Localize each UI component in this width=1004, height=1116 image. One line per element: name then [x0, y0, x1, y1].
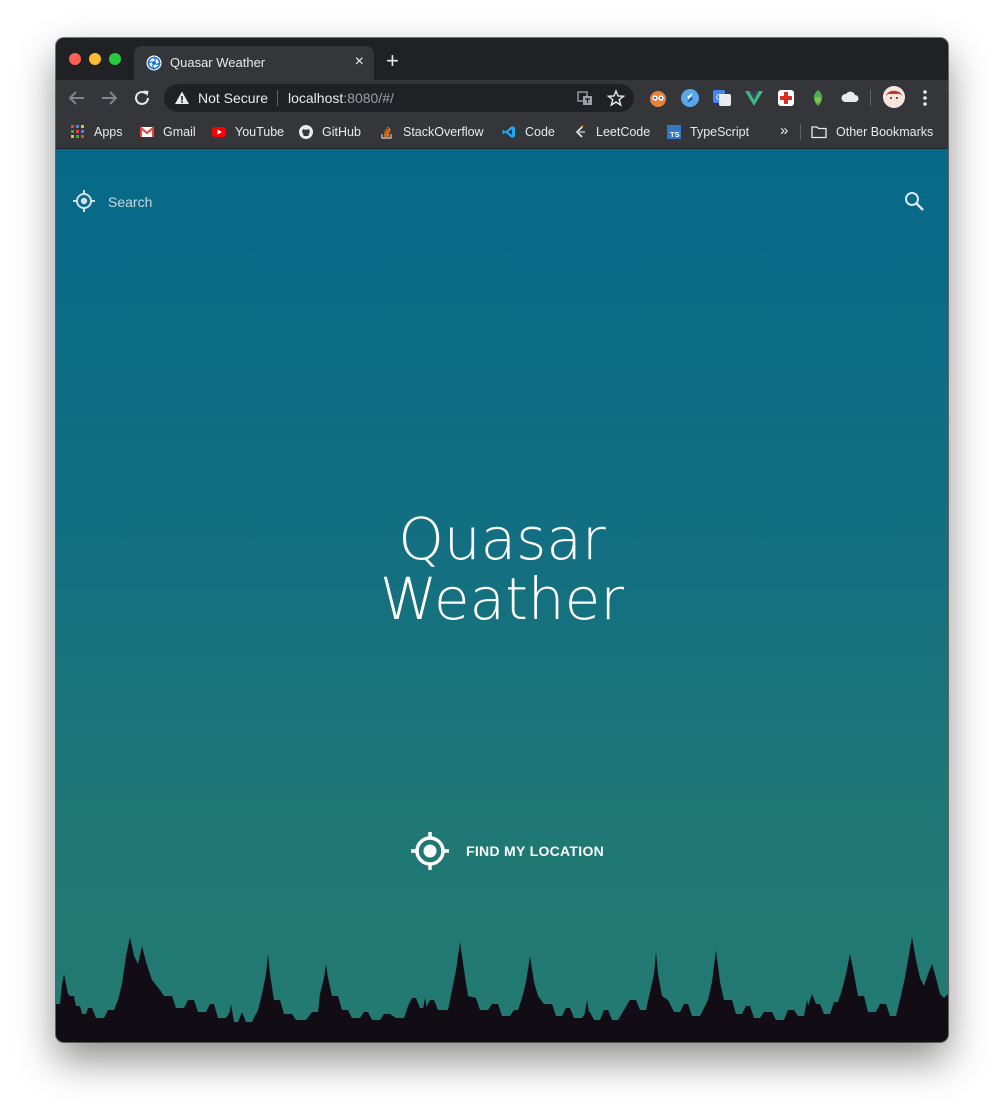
gps-location-icon: [411, 832, 449, 870]
leetcode-icon: [575, 125, 585, 138]
bookmark-code[interactable]: Code: [502, 123, 555, 141]
close-tab-icon[interactable]: ×: [355, 53, 364, 71]
forward-arrow-icon[interactable]: [98, 87, 120, 109]
tab-quasar-weather[interactable]: Quasar Weather ×: [134, 46, 374, 80]
extension-vue-devtools-icon[interactable]: [744, 88, 764, 108]
my-location-icon[interactable]: [72, 189, 96, 213]
bookmark-label: TypeScript: [690, 125, 750, 139]
svg-text:TS: TS: [670, 130, 680, 139]
typescript-icon: TS: [667, 125, 681, 139]
bookmark-label: Other Bookmarks: [836, 125, 934, 139]
bookmark-label: Gmail: [163, 125, 196, 139]
folder-icon: [811, 126, 827, 139]
stackoverflow-icon: [381, 126, 392, 139]
bookmarks-divider: [800, 124, 801, 140]
bookmark-github[interactable]: GitHub: [299, 123, 361, 141]
url-path: :8080/#/: [343, 90, 394, 106]
app-title-line-2: Weather: [379, 565, 625, 633]
extension-plus-icon[interactable]: [776, 88, 796, 108]
city-skyline-illustration: [56, 937, 948, 1042]
bookmark-label: YouTube: [235, 125, 285, 139]
browser-toolbar: Not Secure localhost:8080/#/ G: [56, 80, 948, 116]
find-my-location-button[interactable]: FIND MY LOCATION: [410, 829, 604, 873]
url-text[interactable]: localhost:8080/#/: [288, 90, 394, 106]
translate-icon[interactable]: [576, 89, 594, 107]
profile-avatar[interactable]: [883, 86, 905, 108]
svg-text:G: G: [716, 93, 722, 102]
minimize-window-button[interactable]: [89, 53, 101, 65]
bookmarks-bar: Apps Gmail YouTube GitHub StackOverflow …: [56, 116, 948, 149]
tab-strip: Quasar Weather × +: [56, 38, 948, 80]
github-icon: [299, 125, 313, 139]
app-title: Quasar Weather: [56, 509, 948, 629]
app-title-line-1: Quasar: [398, 505, 606, 573]
bookmark-youtube[interactable]: YouTube: [212, 123, 284, 141]
toolbar-divider: [870, 90, 871, 106]
maximize-window-button[interactable]: [109, 53, 121, 65]
page-viewport: Search Quasar Weather FIND MY LOCATION: [56, 149, 948, 1042]
bookmark-stackoverflow[interactable]: StackOverflow: [380, 123, 484, 141]
browser-menu-icon[interactable]: [922, 87, 928, 109]
bookmarks-overflow-button[interactable]: »: [780, 121, 788, 139]
bookmark-leetcode[interactable]: LeetCode: [573, 123, 650, 141]
bookmark-label: GitHub: [322, 125, 361, 139]
extension-owl-icon[interactable]: [648, 88, 668, 108]
bookmark-label: Code: [525, 125, 555, 139]
youtube-icon: [212, 127, 226, 137]
bookmark-label: LeetCode: [596, 125, 651, 139]
url-host: localhost: [288, 90, 344, 106]
omnibox-divider: [277, 90, 278, 106]
avatar-icon: [883, 86, 905, 108]
bookmark-label: Apps: [94, 125, 123, 139]
reload-icon[interactable]: [131, 87, 153, 109]
bookmark-label: StackOverflow: [403, 125, 484, 139]
search-icon[interactable]: [902, 189, 926, 213]
address-bar[interactable]: Not Secure localhost:8080/#/: [164, 84, 634, 112]
extension-cloud-icon[interactable]: [840, 88, 860, 108]
gmail-icon: [140, 126, 154, 137]
extension-leaf-icon[interactable]: [808, 88, 828, 108]
vscode-icon: [502, 126, 515, 138]
bookmark-typescript[interactable]: TS TypeScript: [667, 123, 749, 141]
bookmark-apps[interactable]: Apps: [71, 123, 123, 141]
browser-window: Quasar Weather × + Not Secure localhost:…: [56, 38, 948, 1042]
bookmark-other-bookmarks[interactable]: Other Bookmarks: [811, 123, 933, 141]
close-window-button[interactable]: [69, 53, 81, 65]
search-input[interactable]: Search: [108, 194, 152, 210]
tab-title: Quasar Weather: [170, 55, 266, 70]
warning-icon[interactable]: [174, 90, 190, 106]
bookmark-gmail[interactable]: Gmail: [140, 123, 196, 141]
extension-google-translate-icon[interactable]: G: [712, 88, 732, 108]
find-my-location-label: FIND MY LOCATION: [466, 843, 605, 859]
bookmark-star-icon[interactable]: [607, 89, 625, 107]
extension-compass-icon[interactable]: [680, 88, 700, 108]
search-bar[interactable]: Search: [56, 149, 948, 249]
security-status[interactable]: Not Secure: [198, 90, 268, 106]
back-arrow-icon[interactable]: [66, 87, 88, 109]
apps-grid-icon: [71, 125, 84, 138]
new-tab-button[interactable]: +: [386, 50, 399, 72]
quasar-logo-icon: [146, 55, 162, 71]
